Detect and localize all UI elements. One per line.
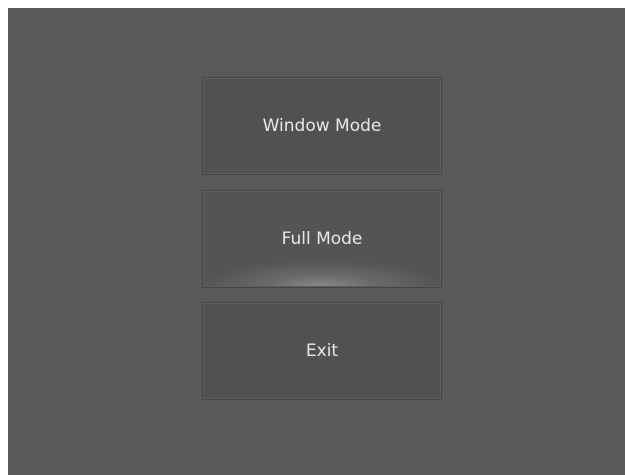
exit-button[interactable]: Exit: [202, 302, 442, 400]
full-mode-button[interactable]: Full Mode: [202, 190, 442, 288]
launcher-panel: Window Mode Full Mode Exit: [8, 8, 625, 475]
exit-label: Exit: [305, 341, 339, 361]
window-mode-button[interactable]: Window Mode: [202, 77, 442, 175]
full-mode-label: Full Mode: [281, 229, 363, 249]
window-mode-label: Window Mode: [262, 116, 382, 136]
